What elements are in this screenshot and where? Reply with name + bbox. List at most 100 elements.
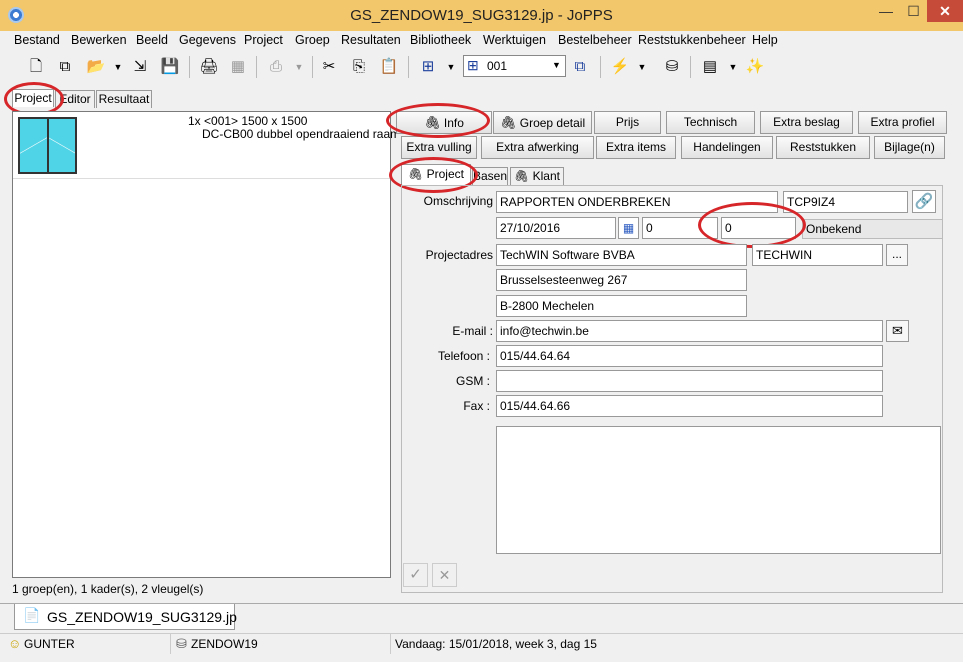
highlight-circle (386, 103, 490, 138)
print-preview-icon[interactable]: 🖨 (199, 57, 219, 77)
prijs-button[interactable]: Prijs (594, 111, 661, 134)
chevron-down-icon: ▼ (552, 60, 561, 70)
status-divider (170, 634, 171, 654)
dropdown-arrow-icon[interactable]: ▼ (289, 57, 309, 77)
telefoon-field[interactable]: 015/44.64.64 (496, 345, 883, 367)
gsm-field[interactable] (496, 370, 883, 392)
lightning-icon[interactable]: ⚡ (610, 57, 630, 77)
list-item[interactable]: 1x <001> 1500 x 1500 DC-CB00 dubbel open… (13, 112, 414, 179)
toolbar-separator (690, 56, 691, 78)
reststukken-button[interactable]: Reststukken (776, 136, 870, 159)
close-button[interactable]: ✕ (927, 0, 963, 22)
fax-field[interactable]: 015/44.64.66 (496, 395, 883, 417)
extra-beslag-button[interactable]: Extra beslag (760, 111, 853, 134)
database-question-icon[interactable]: ⛁ (662, 57, 682, 77)
adres-line1-field[interactable]: TechWIN Software BVBA (496, 244, 747, 266)
windows-icon[interactable]: ⧉ (570, 57, 590, 77)
grid-icon[interactable]: ▦ (228, 57, 248, 77)
menu-beeld[interactable]: Beeld (136, 33, 168, 47)
status-divider (390, 634, 391, 654)
menu-bestelbeheer[interactable]: Bestelbeheer (558, 33, 632, 47)
paste-icon[interactable]: 📋 (379, 57, 399, 77)
open-folder-icon[interactable]: 📂 (86, 57, 106, 77)
status-database: ZENDOW19 (191, 637, 258, 651)
toolbar-separator (408, 56, 409, 78)
document-tab[interactable]: 📄 GS_ZENDOW19_SUG3129.jp (14, 604, 237, 630)
toolbar-separator (189, 56, 190, 78)
date-field[interactable]: 27/10/2016 (496, 217, 616, 239)
browse-button[interactable]: ... (886, 244, 908, 266)
extra-items-button[interactable]: Extra items (596, 136, 676, 159)
printer-icon[interactable]: ⎙ (266, 57, 286, 77)
database-icon: ⛁ (176, 636, 187, 651)
extra-profiel-button[interactable]: Extra profiel (858, 111, 947, 134)
item-description: DC-CB00 dubbel opendraaiend raam (1 (202, 127, 415, 141)
group-select[interactable]: ⊞ 001 ▼ (463, 55, 566, 77)
projectadres-label: Projectadres (425, 248, 493, 262)
select-grid-icon[interactable]: ⊞ (418, 57, 438, 77)
email-send-icon[interactable]: ✉ (886, 320, 909, 342)
menu-bestand[interactable]: Bestand (14, 33, 60, 47)
highlight-circle (698, 202, 806, 248)
dropdown-arrow-icon[interactable]: ▼ (441, 57, 461, 77)
new-file-icon[interactable]: 🗋 (26, 57, 46, 77)
extra-vulling-button[interactable]: Extra vulling (401, 136, 477, 159)
group-select-value: 001 (487, 59, 508, 73)
bijlagen-button[interactable]: Bijlage(n) (874, 136, 945, 159)
email-field[interactable]: info@techwin.be (496, 320, 883, 342)
adres-short-field[interactable]: TECHWIN (752, 244, 883, 266)
status-date: Vandaag: 15/01/2018, week 3, dag 15 (395, 637, 597, 651)
groep-detail-button[interactable]: 🖇 Groep detail (493, 111, 592, 134)
menu-project[interactable]: Project (244, 33, 283, 47)
cancel-x-icon[interactable]: ✕ (432, 563, 457, 587)
confirm-check-icon[interactable]: ✓ (403, 563, 428, 587)
status-user: GUNTER (24, 637, 75, 651)
email-label: E-mail : (452, 324, 493, 338)
adres-line2-field[interactable]: Brusselsesteenweg 267 (496, 269, 747, 291)
omschrijving-label: Omschrijving (423, 194, 493, 208)
export-icon[interactable]: ⇲ (130, 57, 150, 77)
menu-help[interactable]: Help (752, 33, 778, 47)
link-icon[interactable]: 🔗 (912, 190, 936, 213)
dropdown-arrow-icon[interactable]: ▼ (632, 57, 652, 77)
menu-gegevens[interactable]: Gegevens (179, 33, 236, 47)
minimize-button[interactable]: — (872, 0, 900, 22)
menu-resultaten[interactable]: Resultaten (341, 33, 401, 47)
document-tab-label: GS_ZENDOW19_SUG3129.jp (47, 609, 237, 625)
technisch-button[interactable]: Technisch (666, 111, 755, 134)
copy-file-icon[interactable]: ⧉ (55, 57, 75, 77)
project-tree-panel: 1x <001> 1500 x 1500 DC-CB00 dubbel open… (12, 111, 414, 578)
menu-werktuigen[interactable]: Werktuigen (483, 33, 546, 47)
save-icon[interactable]: 💾 (160, 57, 180, 77)
calendar-icon[interactable]: ▦ (618, 217, 639, 239)
notes-textarea[interactable] (496, 426, 941, 554)
adres-line3-field[interactable]: B-2800 Mechelen (496, 295, 747, 317)
toolbar-separator (600, 56, 601, 78)
left-status-text: 1 groep(en), 1 kader(s), 2 vleugel(s) (12, 582, 204, 596)
menu-bewerken[interactable]: Bewerken (71, 33, 127, 47)
calendar-icon[interactable]: ▤ (700, 57, 720, 77)
dropdown-arrow-icon[interactable]: ▼ (723, 57, 743, 77)
toolbar-separator (256, 56, 257, 78)
tab-resultaat[interactable]: Resultaat (96, 90, 152, 108)
dropdown-arrow-icon[interactable]: ▼ (108, 57, 128, 77)
telefoon-label: Telefoon : (437, 349, 490, 363)
copy-icon[interactable]: ⎘ (349, 57, 369, 77)
cut-icon[interactable]: ✂ (319, 57, 339, 77)
magic-wand-icon[interactable]: ✨ (745, 57, 765, 77)
extra-afwerking-button[interactable]: Extra afwerking (481, 136, 594, 159)
maximize-button[interactable]: ☐ (900, 0, 927, 22)
user-icon: ☺ (8, 636, 22, 651)
item-dimensions: 1x <001> 1500 x 1500 (188, 114, 308, 128)
subtab-klant[interactable]: 🖇 Klant (510, 167, 564, 185)
menu-reststukkenbeheer[interactable]: Reststukkenbeheer (638, 33, 746, 47)
project-code-field[interactable]: TCP9IZ4 (783, 191, 908, 213)
gsm-label: GSM : (455, 374, 490, 388)
status-field: Onbekend (802, 219, 943, 239)
handelingen-button[interactable]: Handelingen (681, 136, 773, 159)
window-grid-icon: ⊞ (467, 57, 479, 73)
menu-bibliotheek[interactable]: Bibliotheek (410, 33, 471, 47)
window-title: GS_ZENDOW19_SUG3129.jp - JoPPS (350, 7, 613, 24)
menu-groep[interactable]: Groep (295, 33, 330, 47)
toolbar-separator (312, 56, 313, 78)
